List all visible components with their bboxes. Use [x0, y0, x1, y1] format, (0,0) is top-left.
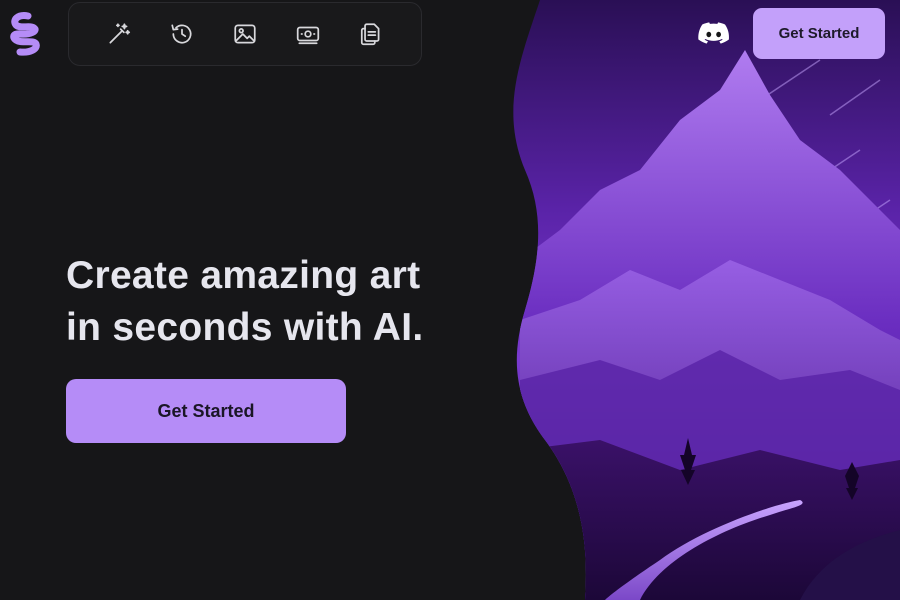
magic-wand-icon: [109, 23, 130, 44]
discord-icon[interactable]: [698, 20, 730, 46]
header-get-started-button[interactable]: Get Started: [753, 8, 885, 59]
hero-headline-line2: in seconds with AI.: [66, 306, 424, 349]
toolbar-button-pricing[interactable]: [291, 17, 325, 51]
document-copy-icon: [361, 23, 380, 46]
toolbar-button-docs[interactable]: [354, 17, 388, 51]
squiggle-s-logo-icon[interactable]: [8, 12, 42, 56]
image-icon: [234, 24, 256, 44]
hero-headline: Create amazing art in seconds with AI.: [66, 250, 496, 354]
toolbar-button-images[interactable]: [228, 17, 262, 51]
get-started-button[interactable]: Get Started: [66, 379, 346, 443]
tools-toolbar: [68, 2, 422, 66]
money-icon: [296, 26, 320, 45]
history-icon: [171, 24, 192, 44]
hero-headline-line1: Create amazing art: [66, 254, 421, 297]
toolbar-button-magic[interactable]: [102, 17, 136, 51]
landing-page: Create amazing art in seconds with AI. G…: [0, 0, 900, 600]
toolbar-button-history[interactable]: [165, 17, 199, 51]
